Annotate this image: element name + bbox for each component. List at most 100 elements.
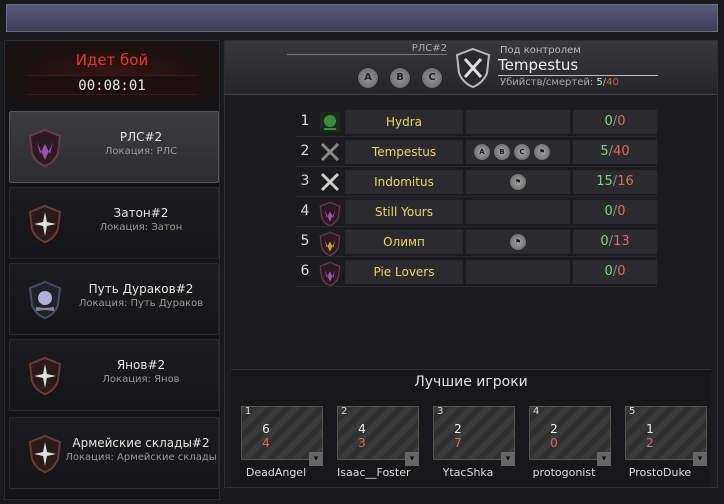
team-deaths: 0 [617, 204, 626, 219]
team-kills: 0 [604, 114, 613, 129]
point-a-icon: A [474, 144, 490, 160]
battle-panel: РЛС#2 A B C Под контролем Tempestus Убий… [224, 40, 718, 488]
location-name: Янов#2 [116, 358, 166, 372]
player-name: DeadAngel [245, 466, 307, 479]
team-kills: 0 [600, 234, 609, 249]
kd-label: Убийств/смертей: [500, 77, 594, 88]
table-row[interactable]: 1 Hydra 0/0 [295, 107, 657, 137]
team-points [466, 200, 570, 224]
skull-shield-icon [28, 280, 62, 320]
battle-status-title: Идет бой [75, 51, 149, 69]
flag-icon: ⚑ [510, 174, 526, 190]
table-row[interactable]: 3 Indomitus ⚑ 15/16 [295, 167, 657, 197]
flag-icon: ⚑ [534, 144, 550, 160]
point-name: РЛС#2 [287, 43, 447, 55]
team-name: Hydra [345, 110, 463, 134]
location-sub: Локация: Затон [99, 222, 183, 233]
team-kd: 0/0 [573, 260, 657, 284]
crown-icon [319, 201, 341, 227]
location-item[interactable]: Янов#2 Локация: Янов [9, 339, 219, 411]
crown-icon [319, 231, 341, 257]
player-kills: 6 [262, 422, 270, 436]
window-title-bar [6, 4, 718, 32]
point-b-icon: B [494, 144, 510, 160]
player-card[interactable]: 4 2 0 protogonist ▾ [529, 406, 611, 482]
table-row[interactable]: 6 Pie Lovers 0/0 [295, 257, 657, 287]
player-rank: 5 [629, 406, 636, 417]
player-card[interactable]: 3 2 7 YtacShka ▾ [433, 406, 515, 482]
kd-deaths: 40 [606, 77, 619, 88]
team-rank: 3 [300, 173, 310, 189]
player-deaths: 3 [358, 436, 366, 450]
location-item[interactable]: Путь Дураков#2 Локация: Путь Дураков [9, 263, 219, 335]
team-rank: 4 [300, 203, 310, 219]
player-card[interactable]: 5 1 2 ProstoDuke ▾ [625, 406, 707, 482]
chevron-down-icon[interactable]: ▾ [693, 452, 707, 466]
chevron-down-icon[interactable]: ▾ [309, 452, 323, 466]
crown-shield-icon [28, 128, 62, 168]
team-deaths: 0 [617, 114, 626, 129]
point-c-icon: C [421, 67, 443, 89]
chevron-down-icon[interactable]: ▾ [405, 452, 419, 466]
team-kd: 5/40 [573, 140, 657, 164]
location-item[interactable]: РЛС#2 Локация: РЛС [9, 111, 219, 183]
team-deaths: 40 [613, 144, 630, 159]
team-kills: 5 [600, 144, 609, 159]
team-name: Still Yours [345, 200, 463, 224]
location-name: Затон#2 [113, 206, 169, 220]
team-deaths: 13 [613, 234, 630, 249]
compass-shield-icon [28, 434, 62, 474]
team-name: Pie Lovers [345, 260, 463, 284]
player-name: YtacShka [442, 466, 494, 479]
player-deaths: 2 [646, 436, 654, 450]
best-players: Лучшие игроки 1 6 4 DeadAngel ▾ 2 4 3 Is… [231, 369, 711, 487]
team-points: ⚑ [466, 170, 570, 194]
best-players-title: Лучшие игроки [414, 374, 528, 390]
point-a-icon: A [357, 67, 379, 89]
team-kills: 0 [604, 264, 613, 279]
table-row[interactable]: 2 Tempestus A B C ⚑ 5/40 [295, 137, 657, 167]
player-rank: 4 [533, 406, 540, 417]
team-rank: 5 [300, 233, 310, 249]
team-points [466, 110, 570, 134]
player-deaths: 0 [550, 436, 558, 450]
location-sub: Локация: Янов [102, 374, 180, 385]
player-name: ProstoDuke [628, 466, 692, 479]
team-name: Indomitus [345, 170, 463, 194]
control-label: Под контролем [500, 45, 581, 56]
point-b-icon: B [389, 67, 411, 89]
team-kd: 0/13 [573, 230, 657, 254]
team-kills: 15 [596, 174, 613, 189]
location-sub: Локация: Армейские склады [65, 452, 217, 463]
swords-icon [319, 141, 341, 163]
crown-icon [319, 261, 341, 287]
player-deaths: 4 [262, 436, 270, 450]
team-points: A B C ⚑ [466, 140, 570, 164]
player-card[interactable]: 1 6 4 DeadAngel ▾ [241, 406, 323, 482]
location-sub: Локация: Путь Дураков [78, 298, 204, 309]
compass-shield-icon [28, 356, 62, 396]
player-deaths: 7 [454, 436, 462, 450]
battle-timer: 00:08:01 [27, 75, 197, 95]
team-points [466, 260, 570, 284]
team-kills: 0 [604, 204, 613, 219]
location-item[interactable]: Армейские склады#2 Локация: Армейские ск… [9, 417, 219, 489]
location-name: Армейские склады#2 [72, 436, 210, 450]
chevron-down-icon[interactable]: ▾ [597, 452, 611, 466]
player-kills: 4 [358, 422, 366, 436]
player-card[interactable]: 2 4 3 Isaac__Foster ▾ [337, 406, 419, 482]
locations-panel: Идет бой 00:08:01 РЛС#2 Локация: РЛС Зат… [4, 40, 220, 500]
hydra-icon [319, 111, 341, 133]
teams-table: 1 Hydra 0/0 2 Tempestus A B C ⚑ 5/40 3 Indomi… [295, 107, 657, 287]
player-rank: 2 [341, 406, 348, 417]
player-name: protogonist [532, 466, 596, 479]
battle-status: Идет бой 00:08:01 [5, 41, 219, 105]
table-row[interactable]: 5 Олимп ⚑ 0/13 [295, 227, 657, 257]
location-item[interactable]: Затон#2 Локация: Затон [9, 187, 219, 259]
team-rank: 6 [300, 263, 310, 279]
chevron-down-icon[interactable]: ▾ [501, 452, 515, 466]
team-rank: 1 [300, 113, 310, 129]
swords-icon [319, 171, 341, 193]
table-row[interactable]: 4 Still Yours 0/0 [295, 197, 657, 227]
team-deaths: 0 [617, 264, 626, 279]
